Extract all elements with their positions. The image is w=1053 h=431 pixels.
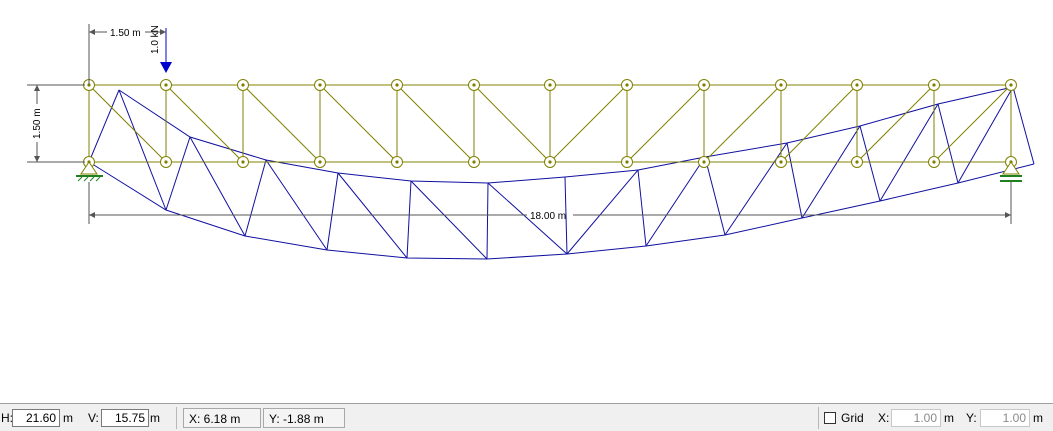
joint-center-dot — [702, 160, 706, 164]
joint-center-dot — [164, 160, 168, 164]
joint-center-dot — [625, 83, 629, 87]
cursor-y-readout: Y: -1.88 m — [263, 408, 345, 428]
top-spacing-label: 1.50 m — [110, 28, 141, 39]
diagonal-member — [165, 84, 244, 163]
joint-center-dot — [779, 83, 783, 87]
deformed-top-chord — [118, 86, 1014, 184]
drawing-canvas[interactable]: 1.0 kN 1.50 m 1.50 m 18.00 m — [0, 0, 1053, 403]
deformed-vertical — [1012, 86, 1035, 165]
diagonal-member — [319, 84, 398, 163]
statusbar-divider — [818, 407, 819, 429]
deformed-truss — [88, 86, 1035, 260]
span-label: 18.00 m — [530, 211, 566, 222]
grid-checkbox[interactable] — [824, 412, 836, 424]
joint-center-dot — [702, 83, 706, 87]
joint-center-dot — [164, 83, 168, 87]
diagonal-member — [88, 84, 167, 163]
joint-center-dot — [318, 160, 322, 164]
deformed-vertical — [859, 125, 881, 202]
deformed-diagonal — [645, 156, 706, 247]
deformed-vertical — [165, 136, 191, 211]
grid-x-unit: m — [944, 411, 954, 425]
joint-center-dot — [395, 160, 399, 164]
diagonal-member — [780, 84, 858, 163]
diagonal-member — [396, 84, 475, 163]
joint-center-dot — [548, 83, 552, 87]
pin-support-left[interactable] — [76, 161, 103, 182]
h-unit: m — [63, 411, 73, 425]
deformed-vertical — [937, 103, 959, 184]
deformed-vertical — [637, 169, 647, 247]
joint-center-dot — [932, 160, 936, 164]
grid-x-input[interactable] — [891, 409, 941, 427]
deformed-diagonal — [724, 142, 788, 236]
joint-center-dot — [548, 160, 552, 164]
deformed-diagonal — [801, 125, 861, 219]
deformed-diagonal — [410, 180, 488, 260]
deformed-diagonal — [118, 89, 167, 211]
deformed-diagonal — [566, 169, 639, 255]
deformed-vertical — [326, 172, 339, 251]
joint-center-dot — [472, 160, 476, 164]
diagonal-member — [626, 84, 705, 163]
grid-y-unit: m — [1033, 411, 1043, 425]
grid-y-input[interactable] — [980, 409, 1030, 427]
load-label: 1.0 kN — [150, 25, 161, 54]
grid-label: Grid — [841, 411, 864, 425]
v-label: V: — [88, 411, 99, 425]
statusbar-divider — [176, 407, 177, 429]
h-extent-input[interactable] — [12, 409, 60, 427]
deformed-diagonal — [879, 103, 939, 202]
joint-center-dot — [855, 83, 859, 87]
grid-x-label: X: — [878, 411, 890, 425]
deformed-diagonal — [957, 86, 1014, 184]
joint-center-dot — [241, 160, 245, 164]
height-dimension: 1.50 m — [27, 84, 85, 163]
height-label: 1.50 m — [32, 108, 43, 139]
joint-center-dot — [318, 83, 322, 87]
deformed-diagonal — [189, 136, 246, 237]
v-unit: m — [150, 411, 160, 425]
joint-center-dot — [932, 83, 936, 87]
grid-y-label: Y: — [966, 411, 977, 425]
deformed-vertical — [704, 156, 726, 236]
deformed-vertical — [406, 180, 412, 259]
joint-center-dot — [779, 160, 783, 164]
deformed-vertical — [88, 89, 120, 163]
v-extent-input[interactable] — [101, 409, 149, 427]
joint-center-dot — [395, 83, 399, 87]
status-bar: H: m V: m X: 6.18 m Y: -1.88 m Grid X: m… — [0, 403, 1053, 431]
deformed-diagonal — [265, 159, 328, 251]
deformed-vertical — [244, 159, 267, 237]
joint-center-dot — [625, 160, 629, 164]
diagonal-member — [549, 84, 628, 163]
joint-center-dot — [855, 160, 859, 164]
deformed-vertical — [486, 182, 489, 260]
joint-center-dot — [472, 83, 476, 87]
truss-drawing[interactable]: 1.0 kN 1.50 m 1.50 m 18.00 m — [0, 0, 1053, 403]
joint-center-dot — [1009, 83, 1013, 87]
joint-center-dot — [241, 83, 245, 87]
truss-structure — [88, 84, 1012, 163]
diagonal-member — [242, 84, 321, 163]
cursor-x-readout: X: 6.18 m — [183, 408, 261, 428]
diagonal-member — [473, 84, 551, 163]
